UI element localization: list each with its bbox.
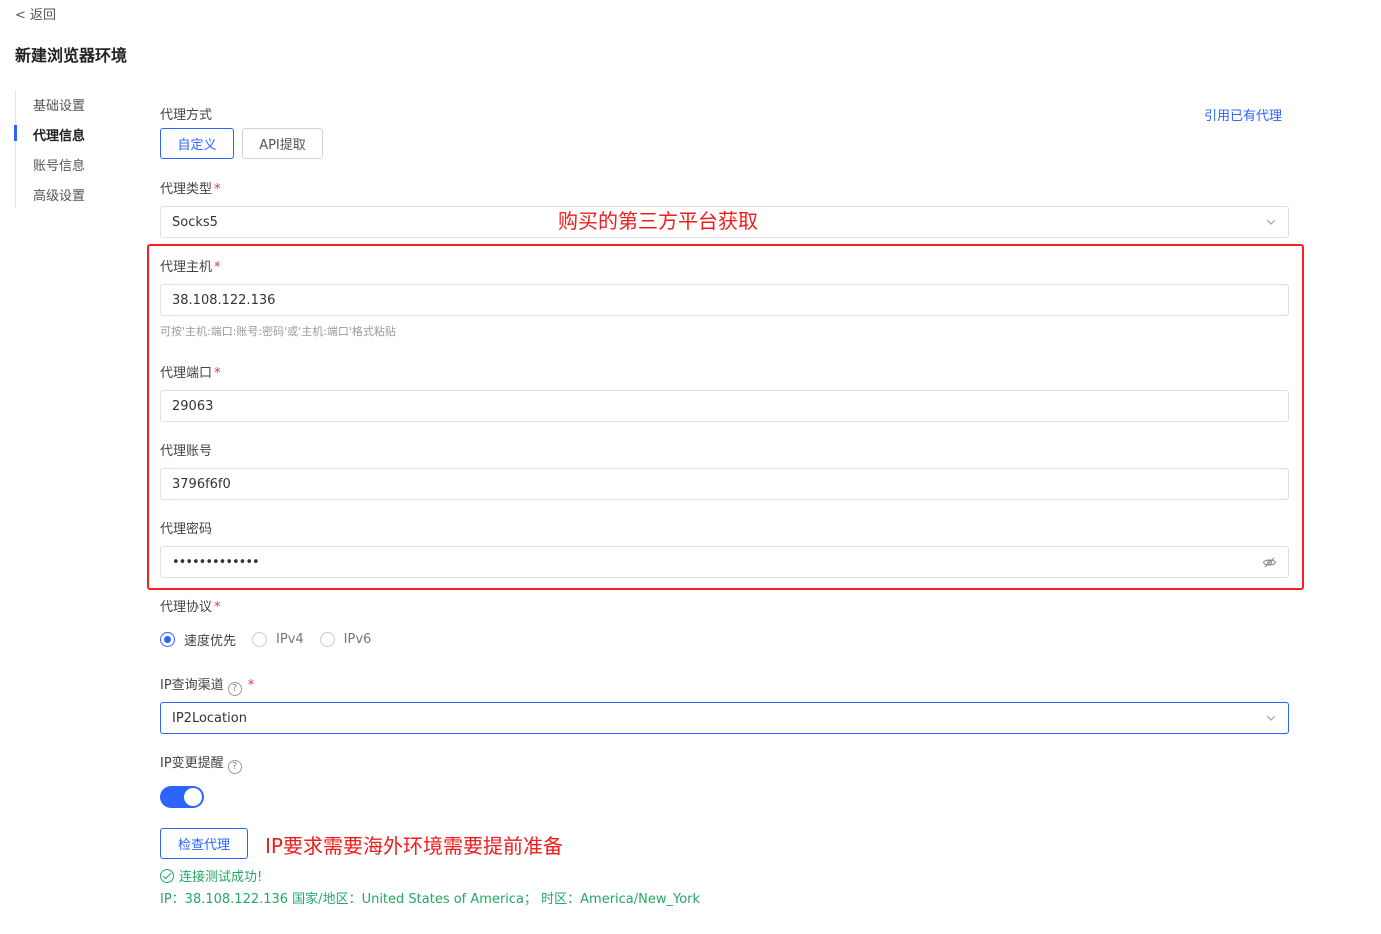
required-mark: * [247, 678, 255, 693]
radio-checked-icon [160, 632, 175, 647]
ip-change-label: IP变更提醒? [160, 752, 242, 774]
protocol-radio-speed[interactable]: 速度优先 [160, 630, 236, 649]
proxy-account-label: 代理账号 [160, 444, 213, 459]
proxy-password-input[interactable]: ••••••••••••• [160, 546, 1289, 578]
required-mark: * [214, 600, 221, 615]
proxy-protocol-label: 代理协议 * [160, 600, 221, 615]
proxy-account-input[interactable]: 3796f6f0 [160, 468, 1289, 500]
method-custom-button[interactable]: 自定义 [160, 128, 234, 159]
required-mark: * [214, 182, 221, 197]
proxy-protocol-radio-group: 速度优先 IPv4 IPv6 [160, 630, 387, 649]
sidebar-item-account[interactable]: 账号信息 [33, 155, 85, 174]
check-proxy-button[interactable]: 检查代理 [160, 828, 248, 859]
proxy-type-label: 代理类型 * [160, 182, 221, 197]
proxy-host-value: 38.108.122.136 [172, 292, 276, 308]
radio-label: IPv6 [343, 632, 372, 647]
sidebar-item-advanced[interactable]: 高级设置 [33, 185, 85, 204]
active-indicator [14, 125, 17, 141]
proxy-host-hint: 可按'主机:端口:账号:密码'或'主机:端口'格式粘贴 [160, 325, 396, 338]
proxy-password-label: 代理密码 [160, 522, 213, 537]
page-title: 新建浏览器环境 [15, 46, 128, 65]
ip-change-toggle[interactable] [160, 786, 204, 808]
sidebar-item-basic[interactable]: 基础设置 [33, 95, 85, 114]
ip-channel-label: IP查询渠道? * [160, 678, 255, 696]
proxy-host-input[interactable]: 38.108.122.136 [160, 284, 1289, 316]
eye-off-icon[interactable] [1262, 555, 1277, 570]
connection-success-message: 连接测试成功! [160, 866, 262, 885]
back-link[interactable]: < 返回 [15, 4, 56, 23]
radio-unchecked-icon [252, 632, 268, 647]
annotation-top: 购买的第三方平台获取 [558, 209, 758, 233]
chevron-down-icon [1266, 715, 1276, 721]
annotation-bottom: IP要求需要海外环境需要提前准备 [265, 834, 563, 858]
proxy-host-label: 代理主机 * [160, 260, 221, 275]
required-mark: * [214, 260, 221, 275]
proxy-port-label: 代理端口 * [160, 366, 221, 381]
proxy-password-value: ••••••••••••• [172, 554, 260, 570]
help-icon[interactable]: ? [227, 682, 242, 696]
method-api-button[interactable]: API提取 [242, 128, 323, 159]
chevron-down-icon [1266, 219, 1276, 225]
proxy-port-input[interactable]: 29063 [160, 390, 1289, 422]
required-mark: * [214, 366, 221, 381]
radio-label: IPv4 [276, 632, 304, 647]
protocol-radio-ipv6[interactable]: IPv6 [319, 632, 372, 647]
proxy-account-value: 3796f6f0 [172, 476, 231, 492]
sidebar-nav: 基础设置 代理信息 账号信息 高级设置 [14, 90, 125, 208]
radio-label: 速度优先 [184, 634, 237, 649]
sidebar-item-proxy[interactable]: 代理信息 [33, 125, 85, 144]
check-circle-icon [160, 868, 174, 883]
proxy-method-label: 代理方式 [160, 108, 213, 123]
toggle-knob [184, 788, 202, 806]
proxy-port-value: 29063 [172, 398, 214, 414]
success-text: 连接测试成功! [179, 870, 263, 885]
protocol-radio-ipv4[interactable]: IPv4 [252, 632, 304, 647]
use-existing-proxy-link[interactable]: 引用已有代理 [1204, 105, 1282, 124]
ip-channel-select[interactable]: IP2Location [160, 702, 1289, 734]
radio-unchecked-icon [319, 632, 335, 647]
ip-channel-value: IP2Location [172, 710, 247, 726]
help-icon[interactable]: ? [227, 760, 242, 774]
ip-info-text: IP：38.108.122.136 国家/地区：United States of… [160, 892, 701, 907]
